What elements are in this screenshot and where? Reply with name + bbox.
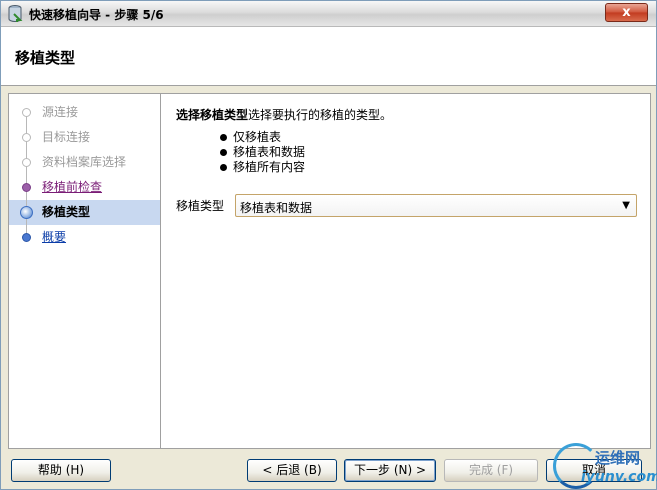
page-title: 移植类型 xyxy=(15,49,76,67)
step-migration-type: 移植类型 xyxy=(9,200,160,225)
watermark-cn: 运维网 xyxy=(595,449,641,467)
step-label: 资料档案库选择 xyxy=(42,155,127,169)
step-dot-icon xyxy=(22,183,31,192)
title-bar[interactable]: 快速移植向导 - 步骤 5/6 x xyxy=(1,1,656,27)
step-dot-icon xyxy=(22,133,31,142)
close-icon: x xyxy=(622,5,631,20)
wizard-content: 源连接 目标连接 资料档案库选择 移植前检查 移植类型 概要 选择移植类型选择要… xyxy=(8,93,651,449)
help-label: 帮助 xyxy=(37,463,62,477)
next-mnemonic: (N) > xyxy=(393,463,427,477)
instruction-bold: 选择移植类型 xyxy=(176,108,249,122)
step-repository-selection: 资料档案库选择 xyxy=(9,150,160,175)
step-premigration-check[interactable]: 移植前检查 xyxy=(9,175,160,200)
migration-type-label: 移植类型 xyxy=(176,199,225,213)
finish-mnemonic: (F) xyxy=(496,463,514,477)
finish-label: 完成 xyxy=(468,463,493,477)
instruction-text: 选择移植类型选择要执行的移植的类型。 xyxy=(176,106,392,123)
wizard-window: 快速移植向导 - 步骤 5/6 x 移植类型 源连接 目标连接 资料档案库选择 xyxy=(0,0,657,490)
dropdown-arrow-icon[interactable]: ▼ xyxy=(622,200,630,211)
help-mnemonic: (H) xyxy=(65,463,85,477)
step-source-connection: 源连接 xyxy=(9,100,160,125)
list-item: 仅移植表 xyxy=(219,130,305,145)
window-title: 快速移植向导 - 步骤 5/6 xyxy=(29,8,164,22)
back-button[interactable]: < 后退 (B) xyxy=(247,459,337,482)
step-label: 移植类型 xyxy=(42,205,91,219)
next-label: 下一步 xyxy=(353,463,390,477)
instruction-rest: 选择要执行的移植的类型。 xyxy=(248,108,393,122)
watermark: 运维网 iyunv.com xyxy=(553,443,657,490)
page-header: 移植类型 xyxy=(1,27,656,86)
step-navigation: 源连接 目标连接 资料档案库选择 移植前检查 移植类型 概要 xyxy=(8,93,161,449)
back-mnemonic: (B) xyxy=(304,463,322,477)
option-list: 仅移植表 移植表和数据 移植所有内容 xyxy=(219,130,305,175)
migration-type-select[interactable]: 移植表和数据 ▼ xyxy=(235,194,637,217)
migration-type-panel: 选择移植类型选择要执行的移植的类型。 仅移植表 移植表和数据 移植所有内容 移植… xyxy=(161,93,651,449)
next-button[interactable]: 下一步 (N) > xyxy=(344,459,436,482)
step-label: 源连接 xyxy=(42,105,79,119)
database-icon xyxy=(8,5,23,22)
selected-value: 移植表和数据 xyxy=(240,201,313,215)
list-item: 移植表和数据 xyxy=(219,145,305,160)
step-target-connection: 目标连接 xyxy=(9,125,160,150)
step-label[interactable]: 移植前检查 xyxy=(42,180,102,194)
watermark-en: iyunv.com xyxy=(581,469,657,485)
step-label[interactable]: 概要 xyxy=(42,230,66,244)
step-label: 目标连接 xyxy=(42,130,91,144)
step-dot-icon xyxy=(22,158,31,167)
step-dot-icon xyxy=(22,108,31,117)
step-dot-icon xyxy=(22,233,31,242)
step-summary[interactable]: 概要 xyxy=(9,225,160,250)
finish-button[interactable]: 完成 (F) xyxy=(444,459,538,482)
step-current-icon xyxy=(20,206,33,219)
close-button[interactable]: x xyxy=(605,3,648,22)
help-button[interactable]: 帮助 (H) xyxy=(11,459,111,482)
back-label: < 后退 xyxy=(262,463,301,477)
list-item: 移植所有内容 xyxy=(219,160,305,175)
